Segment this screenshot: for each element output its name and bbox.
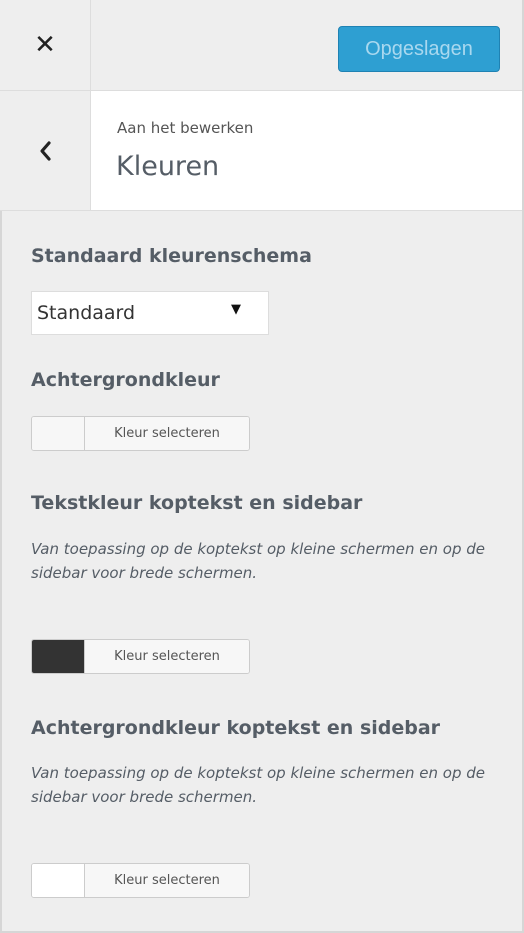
- section-title: Kleuren: [116, 151, 220, 182]
- header-bg-color-swatch: [32, 864, 85, 897]
- background-color-swatch: [32, 417, 85, 450]
- close-icon[interactable]: ✕: [0, 0, 91, 90]
- select-value: Standaard: [37, 302, 136, 324]
- back-button[interactable]: [0, 91, 91, 210]
- scheme-title: Standaard kleurenschema: [31, 245, 312, 267]
- color-scheme-select[interactable]: Standaard ▼: [31, 291, 269, 335]
- header-text-color-title: Tekstkleur koptekst en sidebar: [31, 492, 363, 514]
- section-header: Aan het bewerken Kleuren: [0, 91, 522, 211]
- header-bg-color-label: Kleur selecteren: [85, 864, 249, 897]
- header-bg-color-title: Achtergrondkleur koptekst en sidebar: [31, 717, 441, 739]
- chevron-left-icon: [40, 140, 51, 161]
- header-text-color-swatch: [32, 640, 85, 673]
- save-button[interactable]: Opgeslagen: [338, 26, 500, 72]
- background-color-label: Kleur selecteren: [85, 417, 249, 450]
- section-subtitle: Aan het bewerken: [117, 119, 254, 137]
- header-text-color-label: Kleur selecteren: [85, 640, 249, 673]
- background-color-button[interactable]: Kleur selecteren: [31, 416, 250, 451]
- header-text-color-button[interactable]: Kleur selecteren: [31, 639, 250, 674]
- header-bg-color-button[interactable]: Kleur selecteren: [31, 863, 250, 898]
- dropdown-arrow-icon: ▼: [231, 302, 241, 317]
- header-text-color-description: Van toepassing op de koptekst op kleine …: [31, 540, 486, 582]
- customizer-topbar: ✕ Opgeslagen: [0, 0, 522, 91]
- header-bg-color-description: Van toepassing op de koptekst op kleine …: [31, 764, 486, 806]
- background-color-title: Achtergrondkleur: [31, 369, 220, 391]
